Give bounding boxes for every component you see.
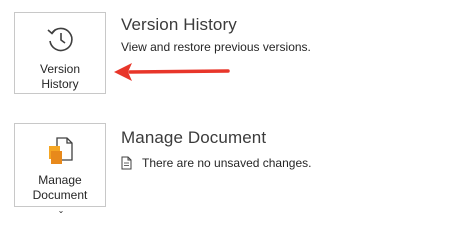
manage-document-heading: Manage Document (121, 128, 267, 147)
manage-document-label: Manage Document ⌄ (33, 173, 88, 218)
unsaved-changes-status: There are no unsaved changes. (121, 156, 311, 170)
manage-document-button[interactable]: Manage Document ⌄ (14, 123, 106, 215)
version-history-description: View and restore previous versions. (121, 40, 311, 54)
manage-document-icon (45, 134, 75, 166)
unsaved-changes-text: There are no unsaved changes. (142, 156, 312, 170)
chevron-down-icon: ⌄ (57, 206, 65, 215)
version-history-label: Version History (39, 62, 81, 91)
annotation-arrow (114, 63, 230, 81)
history-clock-icon (45, 23, 75, 55)
document-icon (121, 156, 132, 170)
version-history-heading: Version History (121, 15, 237, 34)
version-history-button[interactable]: Version History (14, 12, 106, 94)
